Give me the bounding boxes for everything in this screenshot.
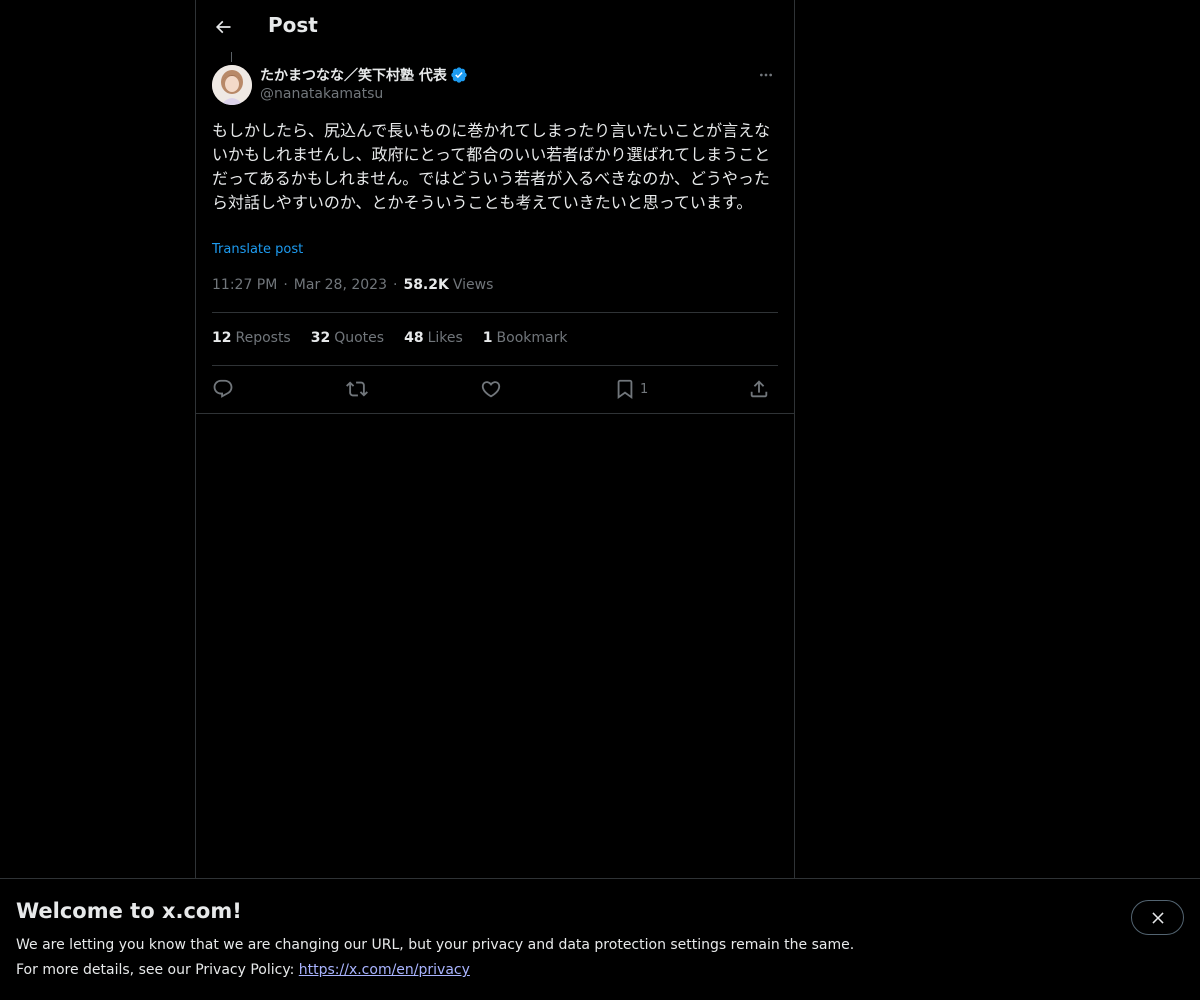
- share-icon: [750, 380, 768, 398]
- repost-icon: [346, 381, 368, 397]
- avatar-image: [212, 65, 252, 105]
- more-options-button[interactable]: [754, 65, 778, 85]
- likes-stat[interactable]: 48 Likes: [404, 330, 463, 346]
- bookmark-icon: [617, 379, 633, 400]
- post-text: もしかしたら、尻込んで長いものに巻かれてしまったり言いたいことが言えないかもしれ…: [212, 121, 771, 212]
- page-title: Post: [268, 13, 318, 37]
- arrow-left-icon: [215, 20, 231, 34]
- main-column: Post たかまつなな／笑下村塾 代表 @nanatakamatsu もしかした…: [195, 0, 795, 878]
- bookmarks-stat[interactable]: 1 Bookmark: [483, 330, 568, 346]
- privacy-policy-link[interactable]: https://x.com/en/privacy: [299, 962, 470, 978]
- verified-badge-icon: [450, 66, 468, 84]
- reply-button[interactable]: [212, 376, 234, 402]
- post-actions: 1: [212, 376, 778, 402]
- thread-connector-line: [231, 52, 232, 62]
- url-change-banner: Welcome to x.com! We are letting you kno…: [0, 878, 1200, 1000]
- post-meta: 11:27 PM · Mar 28, 2023 · 58.2K Views: [212, 277, 493, 293]
- banner-details-prefix: For more details, see our Privacy Policy…: [16, 962, 299, 978]
- divider: [212, 365, 778, 366]
- quotes-stat[interactable]: 32 Quotes: [311, 330, 384, 346]
- translate-post-link[interactable]: Translate post: [212, 242, 303, 257]
- more-horizontal-icon: [760, 73, 772, 77]
- banner-message: We are letting you know that we are chan…: [16, 937, 855, 953]
- author-name[interactable]: たかまつなな／笑下村塾 代表: [260, 65, 468, 85]
- close-icon: [1151, 911, 1164, 924]
- bookmark-button[interactable]: 1: [614, 376, 648, 402]
- author-name-text: たかまつなな／笑下村塾 代表: [260, 68, 447, 84]
- likes-count: 48: [404, 330, 424, 346]
- quotes-count: 32: [310, 330, 331, 346]
- meta-separator: ·: [283, 277, 288, 293]
- back-button[interactable]: [208, 12, 238, 42]
- like-button[interactable]: [480, 376, 502, 402]
- banner-close-button[interactable]: [1131, 900, 1184, 935]
- post-author: たかまつなな／笑下村塾 代表 @nanatakamatsu: [212, 65, 778, 107]
- post-header: Post: [196, 0, 794, 53]
- bookmarks-label: Bookmark: [496, 330, 568, 346]
- meta-separator: ·: [393, 277, 398, 293]
- banner-title: Welcome to x.com!: [16, 899, 242, 923]
- post-stats: 12 Reposts 32 Quotes 48 Likes 1 Bookmark: [212, 330, 587, 346]
- post-time[interactable]: 11:27 PM: [212, 277, 277, 293]
- post-bottom-border: [196, 413, 794, 414]
- repost-button[interactable]: [346, 376, 368, 402]
- reposts-count: 12: [212, 330, 232, 346]
- share-button[interactable]: [748, 376, 770, 402]
- reply-icon: [213, 379, 233, 398]
- avatar[interactable]: [212, 65, 252, 105]
- likes-label: Likes: [427, 330, 463, 346]
- bookmarks-count: 1: [482, 330, 493, 346]
- views-label: Views: [452, 277, 494, 293]
- reposts-label: Reposts: [235, 330, 291, 346]
- views-count: 58.2K: [403, 277, 449, 293]
- heart-icon: [481, 381, 501, 398]
- divider: [212, 312, 778, 313]
- bookmark-action-count: 1: [640, 381, 649, 397]
- author-handle[interactable]: @nanatakamatsu: [260, 86, 383, 102]
- quotes-label: Quotes: [334, 330, 385, 346]
- reposts-stat[interactable]: 12 Reposts: [212, 330, 291, 346]
- post-date[interactable]: Mar 28, 2023: [294, 277, 387, 293]
- banner-details: For more details, see our Privacy Policy…: [16, 962, 470, 978]
